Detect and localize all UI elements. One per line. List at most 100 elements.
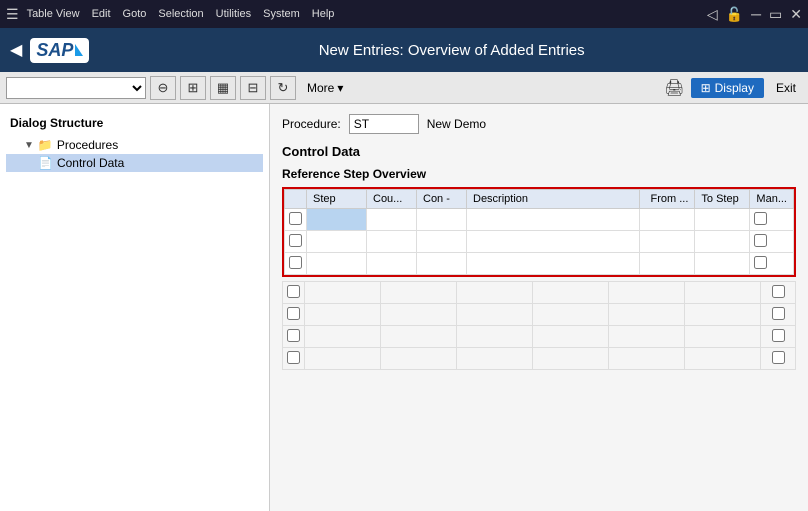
table-cell-from-2[interactable] — [640, 231, 695, 253]
table-cell-tostep-2[interactable] — [695, 231, 750, 253]
extra-cell-data-2e[interactable] — [609, 304, 685, 326]
extra-checkbox-3[interactable] — [287, 329, 300, 342]
extra-cell-data-1[interactable] — [305, 282, 381, 304]
extra-cell-man-2 — [761, 304, 796, 326]
table-cell-cou-2[interactable] — [367, 231, 417, 253]
menu-edit[interactable]: Edit — [92, 8, 111, 20]
extra-checkbox-2[interactable] — [287, 307, 300, 320]
exit-button[interactable]: Exit — [770, 79, 802, 97]
extra-row — [283, 348, 796, 370]
more-chevron-icon: ▾ — [337, 81, 343, 95]
sidebar-item-controldata[interactable]: 📄 Control Data — [6, 154, 263, 172]
toolbar-select[interactable] — [6, 77, 146, 99]
extra-man-checkbox-4[interactable] — [772, 351, 785, 364]
row-checkbox-1[interactable] — [289, 212, 302, 225]
menu-selection[interactable]: Selection — [158, 8, 203, 20]
extra-man-checkbox-3[interactable] — [772, 329, 785, 342]
sidebar-item-label-procedures: Procedures — [57, 138, 118, 152]
extra-cell-data-4c[interactable] — [457, 348, 533, 370]
col-header-man: Man... — [750, 190, 794, 209]
menu-help[interactable]: Help — [312, 8, 335, 20]
table-cell-check-1 — [285, 209, 307, 231]
table-cell-step-2[interactable] — [307, 231, 367, 253]
extra-cell-data-3f[interactable] — [685, 326, 761, 348]
menu-bar: Table View Edit Goto Selection Utilities… — [27, 8, 335, 20]
table-cell-con-3[interactable] — [417, 253, 467, 275]
more-button[interactable]: More ▾ — [300, 78, 350, 98]
table-cell-desc-3[interactable] — [467, 253, 640, 275]
back-nav-icon[interactable]: ◁ — [707, 6, 718, 23]
extra-man-checkbox-1[interactable] — [772, 285, 785, 298]
menu-utilities[interactable]: Utilities — [216, 8, 251, 20]
extra-checkbox-4[interactable] — [287, 351, 300, 364]
extra-checkbox-1[interactable] — [287, 285, 300, 298]
table-cell-desc-1[interactable] — [467, 209, 640, 231]
procedure-name: New Demo — [427, 117, 486, 131]
extra-man-checkbox-2[interactable] — [772, 307, 785, 320]
table-cell-from-1[interactable] — [640, 209, 695, 231]
table-cell-desc-2[interactable] — [467, 231, 640, 253]
sidebar-resize-handle[interactable] — [265, 104, 269, 511]
extra-cell-data-1e[interactable] — [609, 282, 685, 304]
toolbar-btn-grid2[interactable]: ⊟ — [240, 76, 266, 100]
col-header-desc: Description — [467, 190, 640, 209]
extra-cell-check-3 — [283, 326, 305, 348]
extra-cell-data-1f[interactable] — [685, 282, 761, 304]
toolbar-btn-minus[interactable]: ⊖ — [150, 76, 176, 100]
display-button[interactable]: ⊞ Display — [691, 78, 764, 98]
extra-cell-data-3[interactable] — [305, 326, 381, 348]
table-cell-step-1[interactable] — [307, 209, 367, 231]
man-checkbox-2[interactable] — [754, 234, 767, 247]
extra-row — [283, 326, 796, 348]
man-checkbox-1[interactable] — [754, 212, 767, 225]
toolbar-btn-copy-table[interactable]: ⊞ — [180, 76, 206, 100]
close-icon[interactable]: ✕ — [790, 6, 802, 23]
procedure-label: Procedure: — [282, 117, 341, 131]
table-cell-tostep-3[interactable] — [695, 253, 750, 275]
extra-cell-data-4d[interactable] — [533, 348, 609, 370]
man-checkbox-3[interactable] — [754, 256, 767, 269]
col-header-con: Con - — [417, 190, 467, 209]
sidebar-tree: ▼ 📁 Procedures 📄 Control Data — [0, 136, 269, 172]
maximize-icon[interactable]: ▭ — [769, 6, 782, 23]
toolbar-btn-grid1[interactable]: ▦ — [210, 76, 236, 100]
extra-cell-data-3d[interactable] — [533, 326, 609, 348]
row-checkbox-3[interactable] — [289, 256, 302, 269]
table-cell-step-3[interactable] — [307, 253, 367, 275]
print-icon[interactable]: 🖨 — [664, 78, 684, 98]
table-cell-from-3[interactable] — [640, 253, 695, 275]
table-cell-con-1[interactable] — [417, 209, 467, 231]
extra-cell-data-3e[interactable] — [609, 326, 685, 348]
table-row — [285, 231, 794, 253]
hamburger-icon[interactable]: ☰ — [6, 6, 19, 23]
back-button[interactable]: ◀ — [10, 40, 22, 60]
extra-cell-data-2[interactable] — [305, 304, 381, 326]
procedure-input[interactable] — [349, 114, 419, 134]
extra-cell-data-4[interactable] — [305, 348, 381, 370]
extra-cell-data-2b[interactable] — [381, 304, 457, 326]
menu-system[interactable]: System — [263, 8, 300, 20]
extra-cell-data-2c[interactable] — [457, 304, 533, 326]
menu-goto[interactable]: Goto — [123, 8, 147, 20]
row-checkbox-2[interactable] — [289, 234, 302, 247]
table-cell-cou-1[interactable] — [367, 209, 417, 231]
extra-cell-data-4f[interactable] — [685, 348, 761, 370]
extra-cell-data-2d[interactable] — [533, 304, 609, 326]
extra-cell-data-1c[interactable] — [457, 282, 533, 304]
extra-row — [283, 282, 796, 304]
menu-tableview[interactable]: Table View — [27, 8, 80, 20]
table-cell-cou-3[interactable] — [367, 253, 417, 275]
extra-cell-data-4b[interactable] — [381, 348, 457, 370]
extra-cell-data-2f[interactable] — [685, 304, 761, 326]
display-icon: ⊞ — [701, 81, 711, 95]
table-cell-con-2[interactable] — [417, 231, 467, 253]
table-cell-tostep-1[interactable] — [695, 209, 750, 231]
sidebar-item-procedures[interactable]: ▼ 📁 Procedures — [6, 136, 263, 154]
extra-cell-data-3b[interactable] — [381, 326, 457, 348]
extra-cell-data-4e[interactable] — [609, 348, 685, 370]
extra-cell-data-1b[interactable] — [381, 282, 457, 304]
extra-cell-data-1d[interactable] — [533, 282, 609, 304]
toolbar-btn-refresh[interactable]: ↻ — [270, 76, 296, 100]
minimize-icon[interactable]: ─ — [751, 6, 761, 23]
extra-cell-data-3c[interactable] — [457, 326, 533, 348]
